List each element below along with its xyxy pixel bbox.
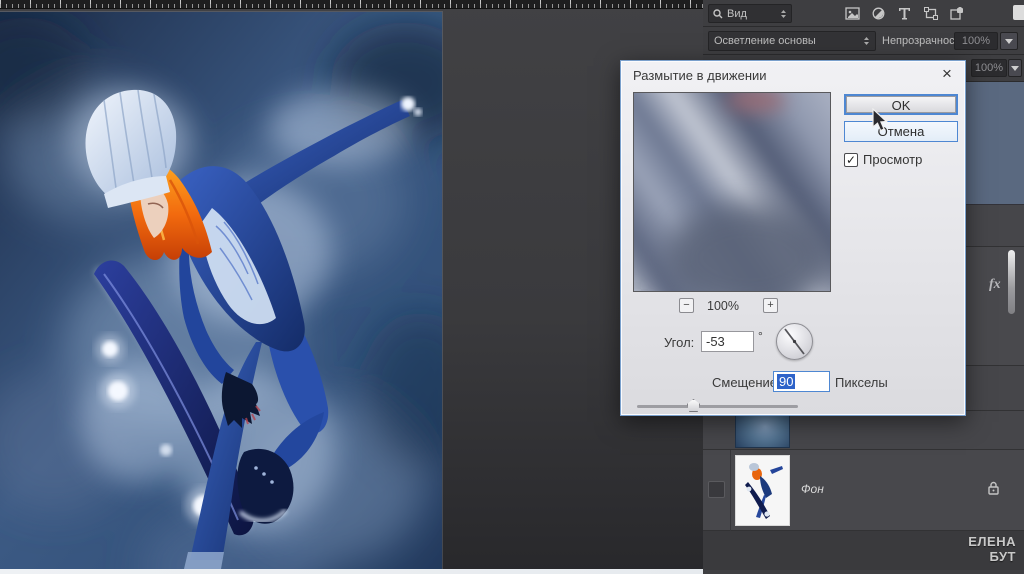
blend-mode-bar: Осветление основы Непрозрачность: 100% <box>703 27 1024 55</box>
lock-icon <box>987 481 1000 498</box>
type-layer-filter-icon[interactable] <box>897 6 912 21</box>
panel-footer: ЕЛЕНА БУТ <box>703 531 1024 570</box>
photoshop-workspace: Вид Осветление основы Непрозрачность: 10… <box>0 0 1024 574</box>
preview-zoom-controls: − 100% + <box>633 298 831 314</box>
zoom-out-button[interactable]: − <box>679 298 694 313</box>
distance-slider[interactable] <box>637 399 798 413</box>
angle-input[interactable]: -53 <box>701 331 754 352</box>
cancel-button[interactable]: Отмена <box>844 121 958 142</box>
background-layer-thumbnail[interactable] <box>735 455 790 526</box>
watermark: ЕЛЕНА БУТ <box>968 534 1016 564</box>
adjustment-layer-filter-icon[interactable] <box>871 6 886 21</box>
panel-corner-chip <box>1013 5 1024 20</box>
fill-dropdown-button[interactable] <box>1008 59 1022 77</box>
distance-label: Смещение: <box>712 375 781 390</box>
motion-blur-dialog: Размытие в движении × − 100% + OK Отмена… <box>620 60 966 416</box>
blend-mode-select[interactable]: Осветление основы <box>708 31 876 51</box>
panel-scrollbar[interactable] <box>1008 250 1015 314</box>
fill-value-field[interactable]: 100% <box>971 59 1007 77</box>
mini-skater-thumbnail <box>736 456 789 525</box>
dialog-title: Размытие в движении <box>633 68 767 83</box>
watermark-line2: БУТ <box>989 549 1016 564</box>
layer-filter-icons <box>845 4 964 23</box>
slider-track <box>637 405 798 408</box>
fx-badge[interactable]: fx <box>989 277 1001 293</box>
preview-checkbox[interactable]: ✓ <box>844 152 858 167</box>
zoom-level: 100% <box>707 299 739 313</box>
shape-layer-filter-icon[interactable] <box>923 6 938 21</box>
angle-needle-icon <box>784 328 805 355</box>
dropdown-arrows-icon <box>864 37 869 45</box>
zoom-in-button[interactable]: + <box>763 298 778 313</box>
ok-button[interactable]: OK <box>844 94 958 115</box>
background-layer-row[interactable]: Фон <box>703 450 1024 531</box>
preview-checkbox-row: ✓ Просмотр <box>844 152 922 167</box>
arrow-cursor-icon <box>872 107 888 132</box>
pixel-layer-filter-icon[interactable] <box>845 6 860 21</box>
layer-row-blur-copy[interactable] <box>703 409 1024 450</box>
search-icon <box>713 8 723 18</box>
background-layer-name[interactable]: Фон <box>801 482 824 496</box>
watermark-line1: ЕЛЕНА <box>968 534 1016 549</box>
filter-preview[interactable] <box>633 92 831 292</box>
mouse-cursor <box>872 107 889 138</box>
chevron-down-icon <box>1011 65 1019 71</box>
distance-input[interactable]: 90 <box>773 371 830 392</box>
skater-artwork <box>0 12 442 570</box>
document-canvas[interactable] <box>0 11 443 571</box>
horizontal-ruler <box>0 0 704 9</box>
layer-filter-kind-select[interactable]: Вид <box>708 4 792 23</box>
slider-thumb[interactable] <box>687 399 700 412</box>
angle-label: Угол: <box>664 335 695 350</box>
opacity-dropdown-button[interactable] <box>1000 32 1018 50</box>
opacity-value-field[interactable]: 100% <box>954 32 998 50</box>
visibility-toggle[interactable] <box>708 481 725 498</box>
chevron-down-icon <box>1005 38 1013 44</box>
layers-filter-bar: Вид <box>703 0 1024 27</box>
blend-mode-value: Осветление основы <box>714 35 816 47</box>
visibility-column <box>703 450 731 531</box>
smart-object-filter-icon[interactable] <box>949 6 964 21</box>
angle-dial[interactable] <box>776 323 813 360</box>
kind-select-label: Вид <box>727 7 747 20</box>
distance-unit: Пикселы <box>835 375 888 390</box>
distance-selected-value: 90 <box>777 374 796 389</box>
close-icon[interactable]: × <box>937 64 957 84</box>
preview-checkbox-label: Просмотр <box>863 152 923 167</box>
dropdown-arrows-icon <box>781 9 786 18</box>
ruler-ticks <box>0 0 704 8</box>
angle-unit: ° <box>758 329 763 343</box>
